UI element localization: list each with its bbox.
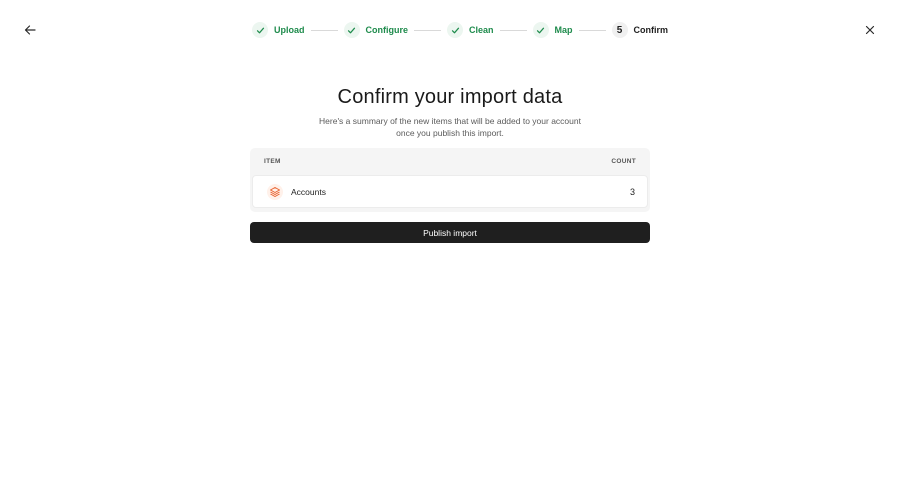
column-header-item: ITEM bbox=[264, 158, 281, 165]
summary-table: ITEM COUNT Accounts 3 bbox=[250, 148, 650, 212]
step-label: Confirm bbox=[633, 25, 669, 35]
layers-icon bbox=[267, 183, 283, 200]
step-upload[interactable]: Upload bbox=[252, 22, 305, 38]
row-item-count: 3 bbox=[629, 186, 635, 197]
close-button[interactable] bbox=[860, 20, 880, 40]
table-row: Accounts 3 bbox=[252, 175, 648, 208]
step-connector bbox=[499, 29, 527, 31]
arrow-left-icon bbox=[24, 25, 36, 35]
step-connector bbox=[414, 29, 441, 31]
step-label: Configure bbox=[365, 25, 409, 35]
step-map[interactable]: Map bbox=[532, 22, 573, 38]
table-header: ITEM COUNT bbox=[252, 148, 648, 175]
step-connector bbox=[578, 29, 606, 31]
import-stepper: Upload Configure Clean Map 5 Confirm bbox=[252, 20, 668, 40]
check-icon bbox=[447, 22, 463, 38]
column-header-count: COUNT bbox=[611, 158, 636, 165]
page-title: Confirm your import data bbox=[337, 86, 563, 108]
check-icon bbox=[252, 22, 268, 38]
step-label: Upload bbox=[274, 25, 305, 35]
publish-import-button[interactable]: Publish import bbox=[250, 222, 650, 243]
back-button[interactable] bbox=[20, 20, 40, 40]
close-icon bbox=[865, 25, 875, 35]
step-configure[interactable]: Configure bbox=[343, 22, 409, 38]
step-clean[interactable]: Clean bbox=[447, 22, 494, 38]
row-item-label: Accounts bbox=[291, 186, 326, 197]
check-icon bbox=[532, 22, 549, 38]
step-number: 5 bbox=[611, 22, 628, 38]
import-confirm-page: Upload Configure Clean Map 5 Confirm Con… bbox=[0, 0, 900, 484]
page-subtitle: Here's a summary of the new items that w… bbox=[319, 116, 581, 138]
step-label: Clean bbox=[469, 25, 494, 35]
check-icon bbox=[343, 22, 360, 38]
step-confirm: 5 Confirm bbox=[611, 22, 669, 38]
step-connector bbox=[310, 29, 338, 31]
step-label: Map bbox=[554, 25, 573, 35]
